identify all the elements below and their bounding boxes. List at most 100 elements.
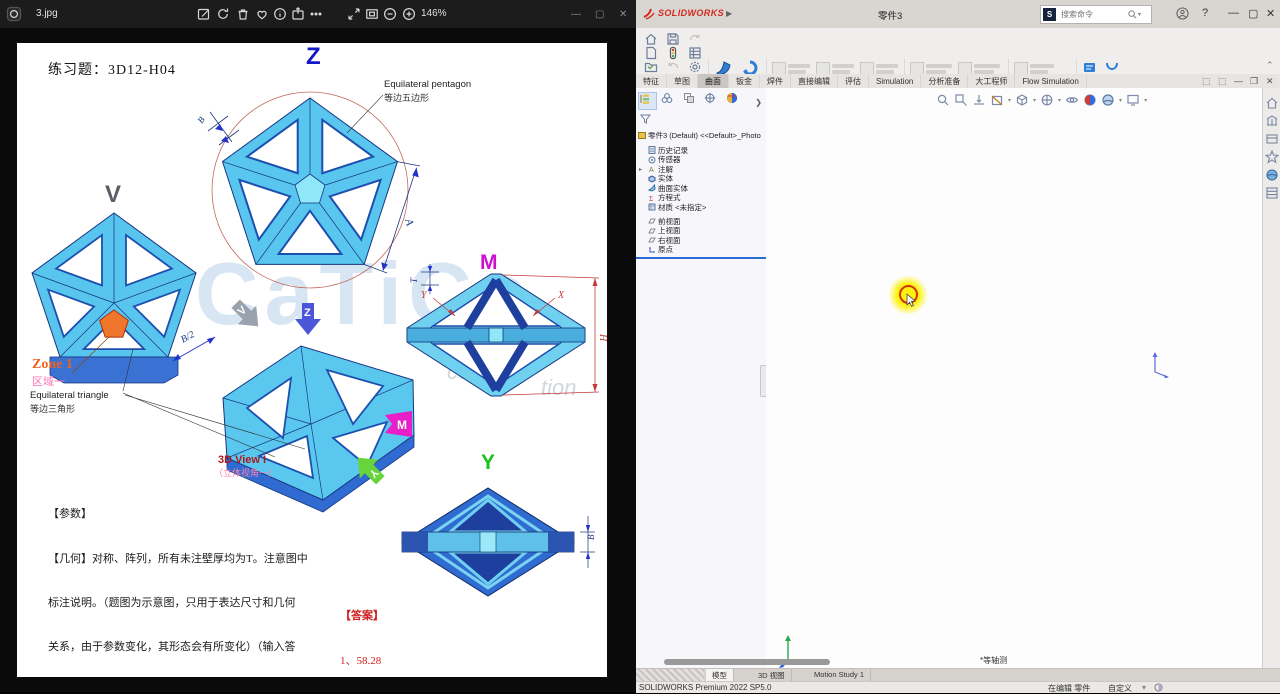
close-button[interactable]: ✕ [619, 9, 627, 20]
favorite-icon[interactable] [254, 6, 270, 22]
display-manager-tab-icon[interactable] [726, 92, 743, 108]
curve-tool-icon[interactable] [1105, 61, 1120, 75]
click-highlight [888, 275, 928, 315]
dim-b-label: B [195, 114, 207, 125]
tab-features[interactable]: 特征 [636, 74, 667, 88]
dimxpert-manager-tab-icon[interactable] [704, 92, 721, 108]
edit-icon[interactable] [196, 6, 212, 22]
display-style-icon[interactable] [1040, 93, 1054, 107]
tab-evaluate[interactable]: 评估 [838, 74, 869, 88]
configuration-manager-tab-icon[interactable] [683, 92, 700, 108]
section-view-icon[interactable] [990, 93, 1004, 107]
search-icon[interactable] [1127, 9, 1138, 20]
info-icon[interactable] [272, 6, 288, 22]
sw-close-button[interactable]: ✕ [1266, 7, 1275, 20]
save-icon[interactable] [666, 32, 680, 46]
edit-appearance-icon[interactable] [1083, 93, 1097, 107]
dim-t-label: T [409, 277, 419, 283]
tab-direct-editing[interactable]: 直接编辑 [791, 74, 838, 88]
fullscreen-icon[interactable] [346, 6, 362, 22]
doc-minimize-icon[interactable]: — [1234, 76, 1243, 86]
appearances-icon[interactable] [1265, 150, 1279, 164]
sw-maximize-button[interactable]: ▢ [1248, 7, 1258, 20]
delete-icon[interactable] [235, 6, 251, 22]
featuremanager-tree-tab-icon[interactable] [638, 92, 657, 110]
search-dropdown-arrow[interactable]: ▾ [1138, 11, 1141, 18]
zoom-to-area-icon[interactable] [954, 93, 968, 107]
redo-icon[interactable] [688, 32, 702, 46]
photos-filename: 3.jpg [36, 8, 58, 19]
maximize-button[interactable]: ▢ [595, 9, 604, 20]
options-gear-icon[interactable] [688, 60, 702, 74]
tab-analysis-prep[interactable]: 分析准备 [921, 74, 969, 88]
property-manager-tab-icon[interactable] [661, 92, 678, 108]
tab-simulation[interactable]: Simulation [869, 75, 922, 89]
doc-close-icon[interactable]: ✕ [1266, 76, 1274, 87]
hide-show-items-icon[interactable] [1065, 93, 1079, 107]
file-explorer-icon[interactable] [1265, 132, 1279, 146]
custom-properties-icon[interactable] [1265, 186, 1279, 200]
status-customize[interactable]: 自定义 [1108, 683, 1132, 694]
normal-to-icon[interactable] [972, 93, 986, 107]
tab-engineer[interactable]: 大工程师 [968, 74, 1016, 88]
tab-surfaces[interactable]: 曲面 [698, 74, 729, 88]
view-orientation-icon[interactable] [1015, 93, 1029, 107]
answer-1: 1、58.28 [340, 654, 382, 667]
more-icon[interactable] [308, 6, 324, 22]
ribbon-collapse-icon[interactable]: ⌃ [1266, 60, 1274, 71]
minimize-button[interactable]: — [571, 9, 581, 20]
view-settings-icon[interactable] [1126, 93, 1140, 107]
panel-expand-chevron[interactable]: ❯ [755, 98, 762, 107]
undo-icon[interactable] [666, 60, 680, 74]
zoom-in-icon[interactable] [401, 6, 417, 22]
view-label-v: V [105, 181, 122, 208]
geo-line2: 标注说明。（题图为示意图，只用于表达尺寸和几何 [48, 596, 296, 609]
sw-minimize-button[interactable]: — [1228, 7, 1239, 19]
graphics-area[interactable]: ▾ ▾ ▾ ▾ ▾ *等轴测 [664, 88, 1262, 668]
tree-item-origin[interactable]: 原点 [648, 245, 673, 255]
fit-to-window-icon[interactable] [364, 6, 380, 22]
surface-tool-icon[interactable] [1083, 61, 1098, 75]
status-dropdown-arrow[interactable]: ▾ [1142, 683, 1146, 692]
dropdown-arrow[interactable]: ▾ [1008, 97, 1011, 104]
command-search-box[interactable]: S ▾ [1040, 5, 1152, 24]
solidworks-titlebar: SOLIDWORKS ▶ 零件3 S ▾ ? — ▢ ✕ [636, 0, 1280, 28]
progress-bar [664, 659, 830, 665]
help-icon[interactable]: ? [1202, 7, 1208, 19]
home-icon[interactable] [644, 32, 658, 46]
tab-sketch[interactable]: 草图 [667, 74, 698, 88]
scenes-icon[interactable] [1265, 168, 1279, 182]
dropdown-arrow[interactable]: ▾ [1058, 97, 1061, 104]
properties-icon[interactable] [688, 46, 702, 60]
zoom-out-icon[interactable] [382, 6, 398, 22]
dropdown-arrow[interactable]: ▾ [1119, 97, 1122, 104]
open-icon[interactable] [644, 60, 658, 74]
search-input[interactable] [1059, 9, 1127, 20]
photos-titlebar: 3.jpg 146% — ▢ ✕ [0, 0, 636, 28]
rotate-icon[interactable] [215, 6, 231, 22]
dropdown-arrow[interactable]: ▾ [1144, 97, 1147, 104]
tree-item-material[interactable]: 材质 <未指定> [648, 202, 706, 212]
rollback-bar[interactable] [636, 257, 766, 259]
headsup-view-toolbar: ▾ ▾ ▾ ▾ ▾ [936, 92, 1147, 108]
tab-sheetmetal[interactable]: 钣金 [729, 74, 760, 88]
tab-weldments[interactable]: 焊件 [760, 74, 791, 88]
user-account-icon[interactable] [1176, 7, 1189, 20]
new-document-icon[interactable] [644, 46, 658, 60]
dropdown-arrow[interactable]: ▾ [1033, 97, 1036, 104]
menu-expand-arrow[interactable]: ▶ [726, 9, 732, 18]
doc-pane-icon[interactable]: ⬚ [1202, 76, 1211, 87]
tree-root[interactable]: 零件3 (Default) <<Default>_Photo [638, 130, 761, 140]
apply-scene-icon[interactable] [1101, 93, 1115, 107]
design-library-icon[interactable] [1265, 114, 1279, 128]
doc-restore-icon[interactable]: ❐ [1250, 76, 1258, 87]
share-icon[interactable] [290, 6, 306, 22]
expand-arrow-icon[interactable]: ▸ [639, 166, 642, 173]
rebuild-icon[interactable] [666, 46, 680, 60]
zoom-to-fit-icon[interactable] [936, 93, 950, 107]
tab-flow-simulation[interactable]: Flow Simulation [1015, 75, 1087, 89]
filter-funnel-icon[interactable] [640, 114, 651, 124]
home-tab-icon[interactable] [1265, 96, 1279, 110]
doc-pane2-icon[interactable]: ⬚ [1218, 76, 1227, 87]
status-eye-icon[interactable] [1154, 683, 1163, 692]
